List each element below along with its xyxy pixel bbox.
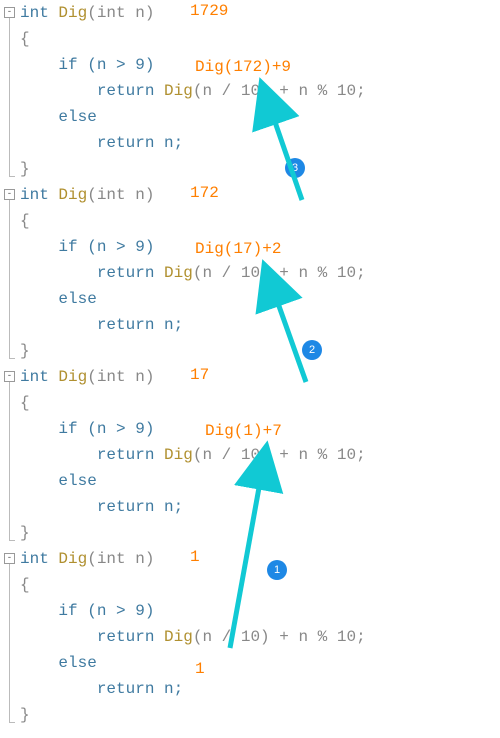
code-line: return Dig(n / 10) + n % 10;	[20, 624, 500, 650]
fold-toggle-3[interactable]: -	[4, 371, 15, 382]
step-badge-2: 2	[302, 340, 322, 360]
fold-toggle-4[interactable]: -	[4, 553, 15, 564]
code-line: int Dig(int n)	[20, 546, 500, 572]
code-line: return n;	[20, 676, 500, 702]
code-line: int Dig(int n)	[20, 0, 500, 26]
code-line: if (n > 9)	[20, 598, 500, 624]
code-line: else	[20, 468, 500, 494]
step-badge-3: 3	[285, 158, 305, 178]
code-line: }	[20, 702, 500, 728]
code-line: return n;	[20, 312, 500, 338]
code-line: return Dig(n / 10) + n % 10;	[20, 442, 500, 468]
code-line: return Dig(n / 10) + n % 10;	[20, 260, 500, 286]
code-line: {	[20, 26, 500, 52]
anno-call-2: Dig(17)+2	[195, 240, 281, 258]
code-line: }	[20, 338, 500, 364]
code-area: int Dig(int n) { if (n > 9) return Dig(n…	[20, 0, 500, 728]
code-line: return n;	[20, 494, 500, 520]
anno-call-1: Dig(172)+9	[195, 58, 291, 76]
anno-n-1: 1729	[190, 2, 228, 20]
code-line: }	[20, 520, 500, 546]
anno-n-2: 172	[190, 184, 219, 202]
step-badge-1: 1	[267, 560, 287, 580]
anno-n-4: 1	[190, 548, 200, 566]
code-line: int Dig(int n)	[20, 364, 500, 390]
code-line: {	[20, 390, 500, 416]
fold-toggle-1[interactable]: -	[4, 7, 15, 18]
fold-gutter: - - - -	[0, 0, 20, 738]
anno-base-value: 1	[195, 660, 205, 678]
anno-call-3: Dig(1)+7	[205, 422, 282, 440]
code-line: {	[20, 208, 500, 234]
code-line: {	[20, 572, 500, 598]
code-line: }	[20, 156, 500, 182]
code-line: else	[20, 650, 500, 676]
code-line: return Dig(n / 10) + n % 10;	[20, 78, 500, 104]
code-line: else	[20, 286, 500, 312]
anno-n-3: 17	[190, 366, 209, 384]
code-line: return n;	[20, 130, 500, 156]
code-line: else	[20, 104, 500, 130]
code-line: int Dig(int n)	[20, 182, 500, 208]
fold-toggle-2[interactable]: -	[4, 189, 15, 200]
